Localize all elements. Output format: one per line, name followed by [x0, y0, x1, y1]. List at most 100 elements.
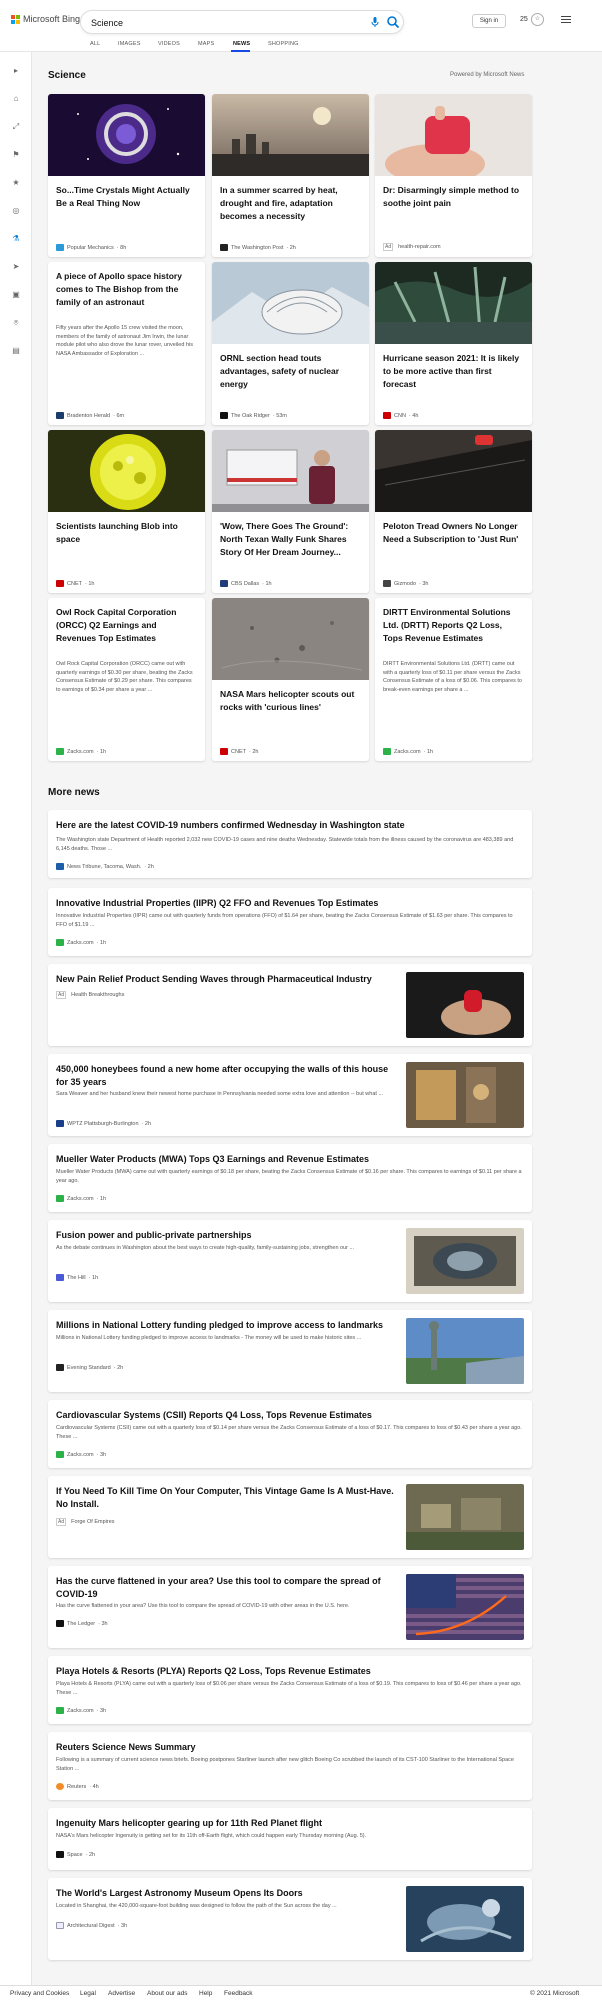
card-title[interactable]: ORNL section head touts advantages, safe…	[220, 352, 360, 391]
news-list-item[interactable]: New Pain Relief Product Sending Waves th…	[48, 964, 532, 1046]
news-card[interactable]: ORNL section head touts advantages, safe…	[212, 262, 369, 425]
item-title[interactable]: Mueller Water Products (MWA) Tops Q3 Ear…	[56, 1153, 524, 1166]
card-source[interactable]: The Washington Post · 2h	[220, 244, 296, 251]
world-icon[interactable]: ◎	[11, 206, 21, 216]
card-title[interactable]: A piece of Apollo space history comes to…	[56, 270, 196, 309]
card-title[interactable]: NASA Mars helicopter scouts out rocks wi…	[220, 688, 360, 714]
privacy-link[interactable]: Privacy and Cookies	[10, 1990, 69, 1997]
item-source[interactable]: Evening Standard · 2h	[56, 1364, 123, 1371]
news-card[interactable]: DIRTT Environmental Solutions Ltd. (DRTT…	[375, 598, 532, 761]
legal-link[interactable]: Legal	[80, 1990, 96, 1997]
item-source[interactable]: Space · 2h	[56, 1851, 95, 1858]
tab-images[interactable]: IMAGES	[118, 41, 141, 47]
item-title[interactable]: Innovative Industrial Properties (IIPR) …	[56, 897, 524, 910]
about-ads-link[interactable]: About our ads	[147, 1990, 187, 1997]
news-card[interactable]: Scientists launching Blob into space CNE…	[48, 430, 205, 593]
card-source[interactable]: CNN · 4h	[383, 412, 418, 419]
news-list-item[interactable]: Playa Hotels & Resorts (PLYA) Reports Q2…	[48, 1656, 532, 1724]
rocket-icon[interactable]: ➤	[11, 262, 21, 272]
card-source[interactable]: Zacks.com · 1h	[383, 748, 433, 755]
hamburger-menu-icon[interactable]	[561, 16, 571, 24]
card-source[interactable]: CNET · 1h	[56, 580, 94, 587]
card-source[interactable]: Ad health-repair.com	[383, 243, 441, 251]
news-card[interactable]: 'Wow, There Goes The Ground': North Texa…	[212, 430, 369, 593]
tab-shopping[interactable]: SHOPPING	[268, 41, 299, 47]
us-news-icon[interactable]: ★	[11, 178, 21, 188]
item-source[interactable]: News Tribune, Tacoma, Wash. · 2h	[56, 863, 154, 870]
news-card[interactable]: In a summer scarred by heat, drought and…	[212, 94, 369, 257]
technology-icon[interactable]: ▤	[11, 346, 21, 356]
item-title[interactable]: The World's Largest Astronomy Museum Ope…	[56, 1887, 396, 1900]
news-list-item[interactable]: Has the curve flattened in your area? Us…	[48, 1566, 532, 1648]
news-list-item[interactable]: Innovative Industrial Properties (IIPR) …	[48, 888, 532, 956]
tab-maps[interactable]: MAPS	[198, 41, 214, 47]
item-source[interactable]: WPTZ Plattsburgh-Burlington · 2h	[56, 1120, 151, 1127]
news-card[interactable]: A piece of Apollo space history comes to…	[48, 262, 205, 425]
news-list-item[interactable]: Fusion power and public-private partners…	[48, 1220, 532, 1302]
item-source[interactable]: The Ledger · 3h	[56, 1620, 108, 1627]
item-source[interactable]: Architectural Digest · 3h	[56, 1922, 127, 1929]
trending-icon[interactable]: ⤢	[11, 122, 21, 132]
news-list-item[interactable]: Ingenuity Mars helicopter gearing up for…	[48, 1808, 532, 1870]
card-source[interactable]: Zacks.com · 1h	[56, 748, 106, 755]
card-title[interactable]: Dr: Disarmingly simple method to soothe …	[383, 184, 523, 210]
news-list-item[interactable]: Millions in National Lottery funding ple…	[48, 1310, 532, 1392]
news-card[interactable]: So...Time Crystals Might Actually Be a R…	[48, 94, 205, 257]
item-title[interactable]: Playa Hotels & Resorts (PLYA) Reports Q2…	[56, 1665, 524, 1678]
news-card[interactable]: Owl Rock Capital Corporation (ORCC) Q2 E…	[48, 598, 205, 761]
microphone-icon[interactable]	[369, 16, 381, 28]
tab-news[interactable]: NEWS	[233, 41, 250, 47]
advertise-link[interactable]: Advertise	[108, 1990, 135, 1997]
feedback-link[interactable]: Feedback	[224, 1990, 253, 1997]
news-list-item[interactable]: Reuters Science News Summary Following i…	[48, 1732, 532, 1800]
item-source[interactable]: Zacks.com · 1h	[56, 1195, 106, 1202]
card-title[interactable]: 'Wow, There Goes The Ground': North Texa…	[220, 520, 360, 559]
news-card[interactable]: Dr: Disarmingly simple method to soothe …	[375, 94, 532, 257]
item-source[interactable]: Zacks.com · 1h	[56, 939, 106, 946]
politics-icon[interactable]: ⍟	[11, 318, 21, 328]
item-title[interactable]: New Pain Relief Product Sending Waves th…	[56, 973, 396, 986]
item-title[interactable]: 450,000 honeybees found a new home after…	[56, 1063, 396, 1089]
search-input[interactable]	[91, 15, 341, 30]
science-icon[interactable]: ⚗	[11, 234, 21, 244]
news-list-item[interactable]: Here are the latest COVID-19 numbers con…	[48, 810, 532, 878]
item-source[interactable]: Zacks.com · 3h	[56, 1707, 106, 1714]
card-source[interactable]: CBS Dallas · 1h	[220, 580, 272, 587]
news-list-item[interactable]: The World's Largest Astronomy Museum Ope…	[48, 1878, 532, 1960]
search-icon[interactable]	[386, 15, 400, 29]
help-link[interactable]: Help	[199, 1990, 212, 1997]
tab-videos[interactable]: VIDEOS	[158, 41, 180, 47]
card-source[interactable]: Bradenton Herald · 6m	[56, 412, 124, 419]
sign-in-button[interactable]: Sign in	[472, 14, 506, 28]
bing-logo[interactable]: Microsoft Bing	[11, 14, 80, 24]
expand-sidebar-icon[interactable]: ▸	[11, 66, 21, 76]
item-title[interactable]: Has the curve flattened in your area? Us…	[56, 1575, 396, 1601]
card-source[interactable]: Popular Mechanics · 8h	[56, 244, 126, 251]
card-title[interactable]: Peloton Tread Owners No Longer Need a Su…	[383, 520, 523, 546]
item-title[interactable]: Millions in National Lottery funding ple…	[56, 1319, 396, 1332]
news-list-item[interactable]: If You Need To Kill Time On Your Compute…	[48, 1476, 532, 1558]
flag-icon[interactable]: ⚑	[11, 150, 21, 160]
card-title[interactable]: Hurricane season 2021: It is likely to b…	[383, 352, 523, 391]
card-source[interactable]: CNET · 2h	[220, 748, 258, 755]
news-card[interactable]: Peloton Tread Owners No Longer Need a Su…	[375, 430, 532, 593]
news-card[interactable]: Hurricane season 2021: It is likely to b…	[375, 262, 532, 425]
item-title[interactable]: Ingenuity Mars helicopter gearing up for…	[56, 1817, 524, 1830]
rewards-count[interactable]: 25	[520, 16, 528, 23]
news-card[interactable]: NASA Mars helicopter scouts out rocks wi…	[212, 598, 369, 761]
item-source[interactable]: Zacks.com · 3h	[56, 1451, 106, 1458]
card-title[interactable]: DIRTT Environmental Solutions Ltd. (DRTT…	[383, 606, 523, 645]
item-title[interactable]: Fusion power and public-private partners…	[56, 1229, 396, 1242]
news-list-item[interactable]: Cardiovascular Systems (CSII) Reports Q4…	[48, 1400, 532, 1468]
item-source[interactable]: The Hill · 1h	[56, 1274, 98, 1281]
card-source[interactable]: The Oak Ridger · 53m	[220, 412, 287, 419]
item-source[interactable]: Ad Forge Of Empires	[56, 1518, 115, 1526]
news-list-item[interactable]: Mueller Water Products (MWA) Tops Q3 Ear…	[48, 1144, 532, 1212]
item-source[interactable]: Ad Health Breakthroughs	[56, 991, 124, 999]
business-icon[interactable]: ▣	[11, 290, 21, 300]
item-title[interactable]: Reuters Science News Summary	[56, 1741, 524, 1754]
card-title[interactable]: Scientists launching Blob into space	[56, 520, 196, 546]
card-title[interactable]: In a summer scarred by heat, drought and…	[220, 184, 360, 223]
powered-by-label[interactable]: Powered by Microsoft News	[450, 72, 524, 78]
item-source[interactable]: Reuters · 4h	[56, 1783, 99, 1790]
